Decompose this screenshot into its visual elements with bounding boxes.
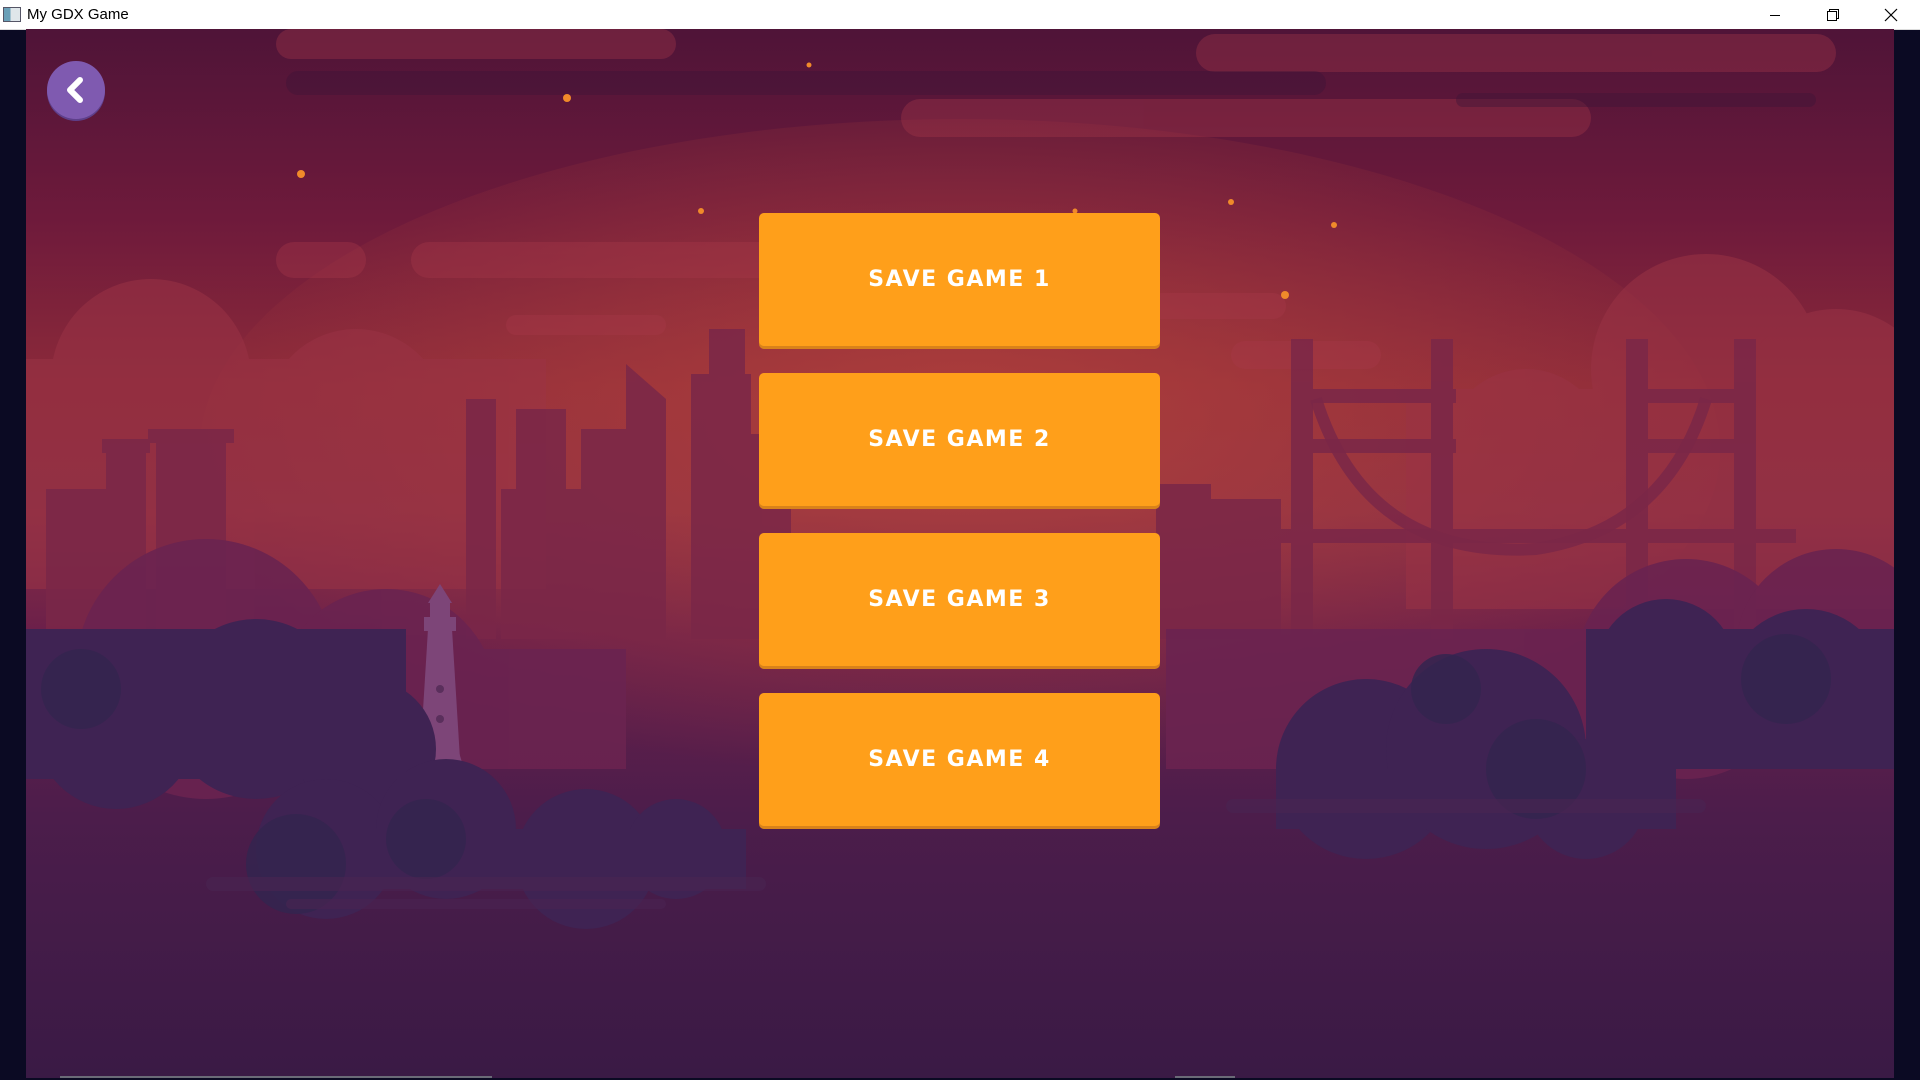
bottom-edge-strip [60,1076,492,1078]
bottom-edge-strip [1175,1076,1235,1078]
window-title: My GDX Game [27,6,129,23]
save-game-3-button[interactable]: SAVE GAME 3 [759,533,1160,666]
save-game-1-button[interactable]: SAVE GAME 1 [759,213,1160,346]
restore-icon [1827,8,1839,21]
game-viewport: SAVE GAME 1 SAVE GAME 2 SAVE GAME 3 SAVE… [26,29,1894,1078]
save-game-4-button[interactable]: SAVE GAME 4 [759,693,1160,826]
close-icon [1884,8,1898,21]
window-controls [1746,0,1920,29]
minimize-icon [1770,14,1780,16]
back-button[interactable] [47,61,105,119]
restore-button[interactable] [1804,0,1862,29]
close-button[interactable] [1862,0,1920,29]
save-game-2-button[interactable]: SAVE GAME 2 [759,373,1160,506]
window-titlebar: My GDX Game [0,0,1920,30]
gdx-app-icon [3,7,21,22]
chevron-left-icon [67,77,83,103]
minimize-button[interactable] [1746,0,1804,29]
